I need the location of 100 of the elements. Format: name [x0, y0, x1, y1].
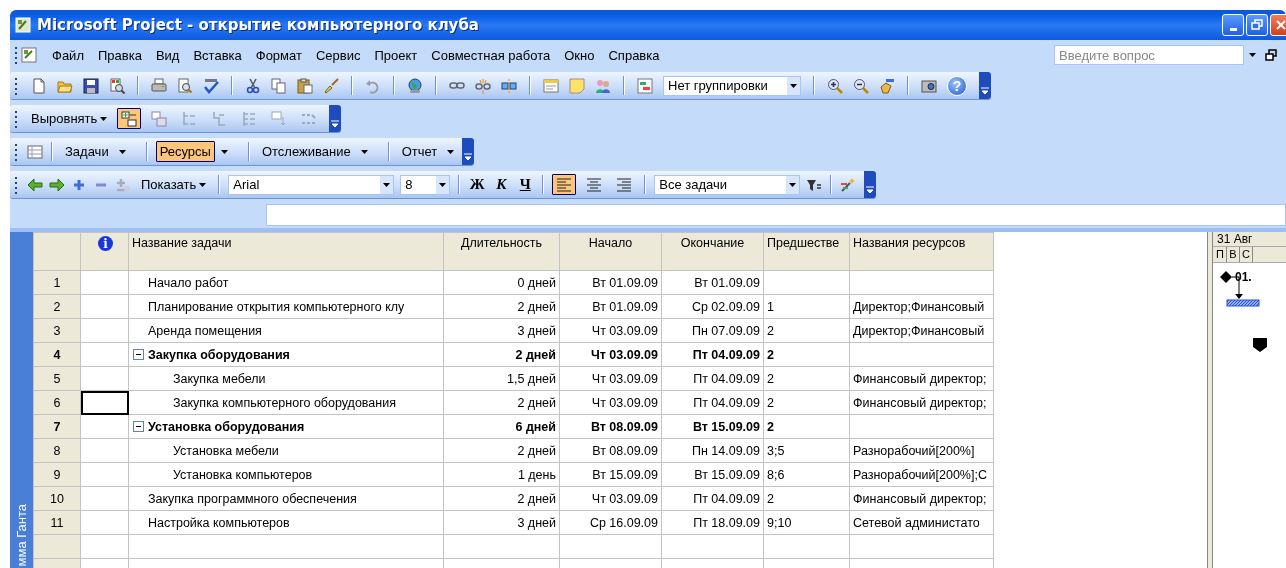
- entry-field[interactable]: [266, 204, 1286, 226]
- caret-icon[interactable]: [360, 149, 368, 154]
- app-document-icon[interactable]: [21, 47, 37, 63]
- left-arrow-icon[interactable]: [27, 176, 43, 193]
- indicator-cell[interactable]: [80, 510, 129, 535]
- view-bar[interactable]: мма Ганта: [10, 232, 33, 568]
- people-icon[interactable]: [595, 77, 611, 94]
- menu-item[interactable]: Формат: [248, 47, 309, 63]
- checkmark-icon[interactable]: [203, 77, 219, 94]
- column-header[interactable]: Начало: [559, 232, 662, 271]
- minimize-button[interactable]: [1222, 14, 1244, 36]
- filter-dropdown[interactable]: Все задачи: [654, 174, 801, 195]
- collapse-icon[interactable]: [133, 349, 144, 360]
- caret-icon[interactable]: [118, 149, 126, 154]
- zoom-out-icon[interactable]: [853, 77, 869, 94]
- chart-icon[interactable]: [637, 77, 653, 94]
- help-search-field[interactable]: Введите вопрос: [1054, 45, 1244, 65]
- view-button[interactable]: Ресурсы: [155, 141, 215, 162]
- minimize-icon: [1229, 28, 1237, 31]
- caret-icon[interactable]: [447, 149, 455, 154]
- caret-icon[interactable]: [439, 182, 447, 187]
- indicator-cell[interactable]: [80, 294, 129, 319]
- toolbar-options-icon[interactable]: [979, 72, 991, 99]
- font-size-dropdown[interactable]: 8: [400, 174, 451, 195]
- table-cell: Пн 07.09.09: [661, 318, 764, 343]
- toolbar-options-icon[interactable]: [864, 171, 877, 198]
- menu-item[interactable]: Справка: [601, 47, 667, 63]
- indicator-cell[interactable]: [80, 390, 129, 415]
- indicator-cell[interactable]: [80, 438, 129, 463]
- indicator-cell[interactable]: [80, 318, 129, 343]
- camera-icon[interactable]: [921, 77, 937, 94]
- grip-handle-icon[interactable]: [15, 175, 18, 194]
- zoom-in-icon[interactable]: [827, 77, 843, 94]
- task-name: Закупка компьютерного оборудования: [173, 395, 396, 410]
- underline-button[interactable]: Ч: [516, 174, 535, 195]
- indicator-cell[interactable]: [80, 486, 129, 511]
- page-magnifier-icon[interactable]: [177, 77, 193, 94]
- printer-icon[interactable]: [151, 77, 167, 94]
- split-icon[interactable]: [501, 77, 517, 94]
- right-arrow-icon[interactable]: [49, 176, 65, 193]
- clipboard-icon[interactable]: [297, 77, 313, 94]
- column-header[interactable]: Название задачи: [128, 232, 444, 271]
- menu-item[interactable]: Окно: [557, 47, 602, 63]
- copy-icon[interactable]: [271, 77, 287, 94]
- caret-icon[interactable]: [220, 149, 228, 154]
- indicator-cell[interactable]: [80, 270, 129, 295]
- caret-icon[interactable]: [199, 182, 207, 187]
- table-cell: Пт 04.09.09: [661, 390, 764, 415]
- caret-icon[interactable]: [790, 83, 797, 88]
- show-dropdown[interactable]: Показать: [137, 174, 211, 195]
- table-cell: 2 дней: [443, 342, 560, 367]
- view-button[interactable]: Задачи: [61, 141, 113, 162]
- menu-item[interactable]: Вид: [148, 47, 187, 63]
- bold-button[interactable]: Ж: [468, 174, 487, 195]
- indicator-cell[interactable]: [80, 462, 129, 487]
- grip-handle-icon[interactable]: [15, 142, 18, 161]
- table-cell: Пт 18.09.09: [661, 510, 764, 535]
- table-cell: Пт 04.09.09: [661, 366, 764, 391]
- table-icon[interactable]: [27, 143, 43, 160]
- menu-item[interactable]: Вставка: [186, 47, 249, 63]
- table-cell: Ср 16.09.09: [559, 510, 662, 535]
- scissors-icon[interactable]: [245, 77, 261, 94]
- document-magnifier-icon[interactable]: [109, 77, 125, 94]
- indicator-cell[interactable]: [80, 342, 129, 367]
- column-header[interactable]: Длительность: [443, 232, 560, 271]
- caret-icon[interactable]: [789, 182, 797, 187]
- restore-button[interactable]: [1246, 14, 1268, 36]
- column-header[interactable]: Предшестве: [763, 232, 850, 271]
- menu-item[interactable]: Сервис: [308, 47, 368, 63]
- column-header[interactable]: Окончание: [661, 232, 764, 271]
- toolbar-options-icon[interactable]: [462, 138, 475, 165]
- brush-icon[interactable]: [323, 77, 339, 94]
- view-button[interactable]: Отчет: [397, 141, 442, 162]
- card-icon[interactable]: [543, 77, 559, 94]
- toolbar-options-icon[interactable]: [329, 105, 342, 132]
- close-button[interactable]: [1270, 14, 1286, 36]
- italic-button[interactable]: К: [492, 174, 511, 195]
- grip-handle-icon[interactable]: [15, 46, 18, 64]
- grip-handle-icon[interactable]: [15, 109, 18, 128]
- caret-icon[interactable]: [383, 182, 391, 187]
- caret-icon[interactable]: [100, 116, 108, 121]
- column-header[interactable]: Названия ресурсов: [849, 232, 993, 271]
- indicator-cell[interactable]: [80, 414, 129, 439]
- broken-chain-icon[interactable]: [475, 77, 491, 94]
- view-button[interactable]: Отслеживание: [257, 141, 355, 162]
- menu-item[interactable]: Совместная работа: [424, 47, 558, 63]
- grip-handle-icon[interactable]: [15, 76, 18, 95]
- align-dropdown[interactable]: Выровнять: [27, 108, 112, 129]
- font-dropdown[interactable]: Arial: [228, 174, 395, 195]
- restore-window-icon[interactable]: [1264, 48, 1278, 62]
- menu-item[interactable]: Файл: [45, 47, 91, 63]
- menu-item[interactable]: Проект: [367, 47, 425, 63]
- globe-icon[interactable]: [407, 77, 423, 94]
- caret-icon[interactable]: [1249, 53, 1256, 57]
- document-icon[interactable]: [31, 77, 47, 94]
- menu-item[interactable]: Правка: [90, 47, 149, 63]
- indicator-cell[interactable]: [80, 366, 129, 391]
- magic-wand-icon[interactable]: [840, 176, 857, 193]
- collapse-icon[interactable]: [133, 421, 144, 432]
- grouping-dropdown[interactable]: Нет группировки: [663, 75, 801, 96]
